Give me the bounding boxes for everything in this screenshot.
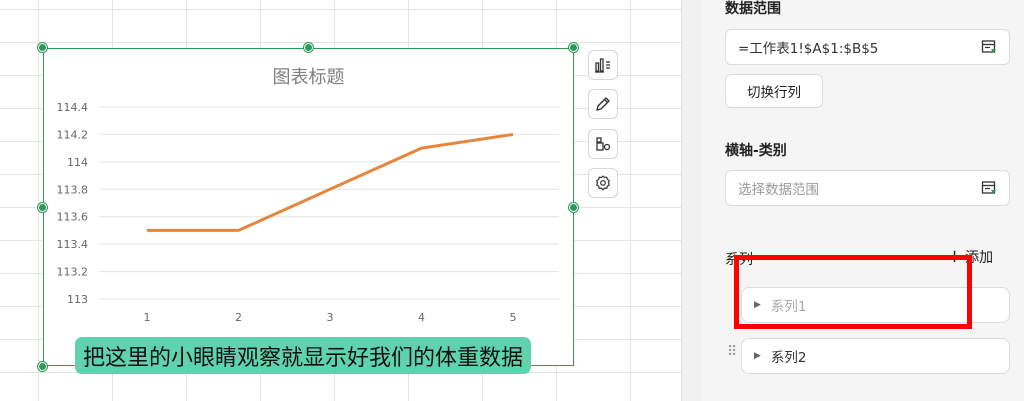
resize-handle-top-left[interactable] (38, 43, 47, 52)
x-tick-label: 1 (144, 311, 151, 324)
data-range-value: =工作表1!$A$1:$B$5 (738, 41, 879, 57)
y-tick-label: 114.4 (57, 101, 89, 114)
chart-object[interactable]: 图表标题 114.4 114.2 114 113.8 113.6 113.4 113.2 11… (43, 48, 574, 366)
data-range-field[interactable]: =工作表1!$A$1:$B$5 (725, 29, 1010, 65)
y-tick-label: 113.4 (57, 238, 89, 251)
drag-handle-icon[interactable]: ⠿ (727, 344, 737, 360)
category-axis-field[interactable]: 选择数据范围 (725, 170, 1010, 206)
subtitle-caption: 把这里的小眼睛观察就显示好我们的体重数据 (75, 337, 532, 374)
switch-row-column-button[interactable]: 切换行列 (725, 74, 823, 108)
pencil-icon (596, 97, 610, 111)
series-name: 系列1 (770, 299, 807, 315)
series-item[interactable]: ▶ 系列1 (741, 287, 1010, 323)
plus-icon: + (947, 246, 963, 267)
chart-settings-button[interactable] (588, 168, 618, 198)
chart-type-button[interactable] (588, 50, 618, 80)
resize-handle-top[interactable] (304, 43, 313, 52)
sheet-scrollbar[interactable] (681, 0, 701, 401)
category-axis-placeholder: 选择数据范围 (738, 182, 819, 198)
chart-data-panel: 数据范围 =工作表1!$A$1:$B$5 切换行列 横轴-类别 选择数据范围 系… (701, 0, 1024, 401)
chart-plot: 114.4 114.2 114 113.8 113.6 113.4 113.2 113 1 2 3 4… (57, 101, 559, 324)
y-tick-label: 113 (67, 293, 88, 306)
series-line[interactable] (147, 132, 514, 232)
y-tick-label: 113.6 (57, 211, 89, 224)
chart-elements-button[interactable] (588, 129, 618, 159)
add-series-button[interactable]: + 添加 (947, 246, 993, 267)
series-label: 系列 (725, 252, 753, 268)
y-tick-label: 114.2 (57, 128, 89, 141)
data-range-label: 数据范围 (725, 1, 781, 17)
series-item[interactable]: ▶ 系列2 (741, 338, 1010, 374)
category-axis-label: 横轴-类别 (725, 143, 787, 159)
y-tick-label: 113.2 (57, 266, 89, 279)
y-tick-label: 113.8 (57, 183, 89, 196)
series-name: 系列2 (770, 350, 807, 366)
x-tick-label: 2 (235, 311, 242, 324)
gear-icon (596, 175, 610, 191)
app-root: 图表标题 114.4 114.2 114 113.8 113.6 113.4 113.2 11… (0, 0, 1024, 401)
range-select-icon[interactable] (981, 180, 997, 196)
x-tick-label: 4 (418, 311, 425, 324)
add-series-label: 添加 (965, 249, 994, 266)
resize-handle-right[interactable] (569, 203, 578, 212)
chart-elements-icon (596, 137, 611, 151)
x-tick-label: 5 (510, 311, 517, 324)
expand-arrow-icon[interactable]: ▶ (754, 300, 761, 310)
x-tick-label: 3 (327, 311, 334, 324)
y-tick-label: 114 (67, 156, 88, 169)
expand-arrow-icon[interactable]: ▶ (754, 351, 761, 361)
resize-handle-bottom-left[interactable] (38, 362, 47, 371)
chart-style-button[interactable] (588, 89, 618, 119)
resize-handle-left[interactable] (38, 203, 47, 212)
chart-type-icon (595, 58, 610, 73)
resize-handle-top-right[interactable] (569, 43, 578, 52)
range-select-icon[interactable] (981, 39, 997, 55)
